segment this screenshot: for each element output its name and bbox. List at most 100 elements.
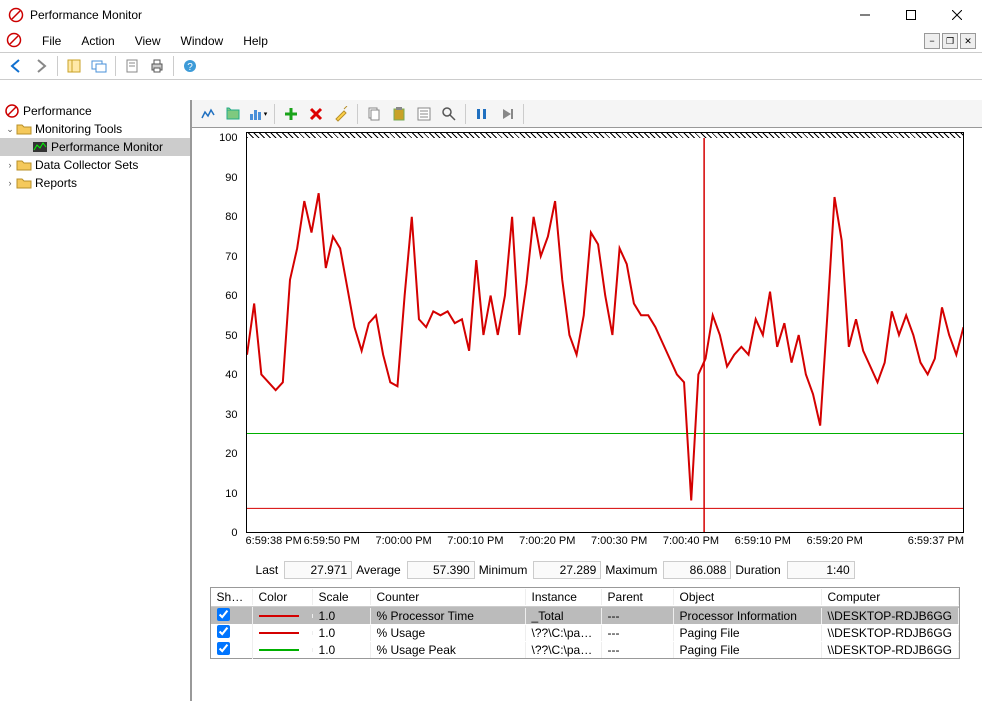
folder-icon: [16, 121, 32, 137]
x-tick-label: 6:59:20 PM: [807, 535, 863, 547]
copy-button[interactable]: [362, 102, 386, 126]
x-axis: 6:59:38 PM6:59:50 PM7:00:00 PM7:00:10 PM…: [246, 535, 964, 553]
col-show[interactable]: Show: [211, 589, 253, 605]
legend-row[interactable]: 1.0% Usage\??\C:\pag...---Paging File\\D…: [211, 624, 959, 641]
menu-file[interactable]: File: [34, 32, 69, 50]
expand-toggle[interactable]: ›: [4, 160, 16, 170]
stat-last-label: Last: [256, 563, 281, 577]
y-tick-label: 20: [225, 448, 237, 460]
legend-parent: ---: [602, 642, 674, 658]
y-tick-label: 50: [225, 330, 237, 342]
menu-window[interactable]: Window: [173, 32, 232, 50]
forward-button[interactable]: [29, 54, 53, 78]
legend-object: Processor Information: [674, 608, 822, 624]
x-tick-label: 6:59:10 PM: [735, 535, 791, 547]
x-tick-label: 6:59:37 PM: [908, 535, 964, 547]
legend-counter: % Usage Peak: [371, 642, 526, 658]
maximize-button[interactable]: [888, 0, 934, 30]
tree-label: Performance Monitor: [51, 140, 163, 154]
update-button[interactable]: [495, 102, 519, 126]
col-parent[interactable]: Parent: [602, 589, 674, 605]
legend-scale: 1.0: [313, 625, 371, 641]
mmc-toolbar: ?: [0, 52, 982, 80]
zoom-button[interactable]: [437, 102, 461, 126]
legend-header[interactable]: Show Color Scale Counter Instance Parent…: [211, 588, 959, 607]
tree-performance-monitor[interactable]: Performance Monitor: [0, 138, 190, 156]
close-button[interactable]: [934, 0, 980, 30]
x-tick-label: 6:59:38 PM: [246, 535, 302, 547]
tree-reports[interactable]: › Reports: [0, 174, 190, 192]
y-tick-label: 60: [225, 290, 237, 302]
app-icon: [8, 7, 24, 23]
export-button[interactable]: [120, 54, 144, 78]
y-tick-label: 0: [231, 527, 237, 539]
print-button[interactable]: [145, 54, 169, 78]
legend-instance: \??\C:\pag...: [526, 625, 602, 641]
y-tick-label: 80: [225, 211, 237, 223]
col-object[interactable]: Object: [674, 589, 822, 605]
legend-color-swatch: [259, 649, 299, 651]
col-counter[interactable]: Counter: [371, 589, 526, 605]
legend-computer: \\DESKTOP-RDJB6GG: [822, 642, 959, 658]
col-scale[interactable]: Scale: [313, 589, 371, 605]
legend-computer: \\DESKTOP-RDJB6GG: [822, 608, 959, 624]
new-window-button[interactable]: [87, 54, 111, 78]
col-computer[interactable]: Computer: [822, 589, 959, 605]
add-counter-button[interactable]: [279, 102, 303, 126]
menu-action[interactable]: Action: [73, 32, 122, 50]
menu-help[interactable]: Help: [235, 32, 276, 50]
help-button[interactable]: ?: [178, 54, 202, 78]
legend-scale: 1.0: [313, 642, 371, 658]
tree-root-performance[interactable]: Performance: [0, 102, 190, 120]
counter-legend[interactable]: Show Color Scale Counter Instance Parent…: [210, 587, 960, 659]
expand-toggle[interactable]: ⌄: [4, 124, 16, 135]
view-log-button[interactable]: [221, 102, 245, 126]
legend-row[interactable]: 1.0% Usage Peak\??\C:\pag...---Paging Fi…: [211, 641, 959, 658]
properties-button[interactable]: [412, 102, 436, 126]
x-tick-label: 7:00:20 PM: [519, 535, 575, 547]
y-tick-label: 30: [225, 409, 237, 421]
freeze-button[interactable]: [470, 102, 494, 126]
delete-counter-button[interactable]: [304, 102, 328, 126]
svg-text:?: ?: [187, 62, 193, 73]
x-tick-label: 7:00:00 PM: [375, 535, 431, 547]
y-tick-label: 40: [225, 369, 237, 381]
y-tick-label: 100: [219, 132, 237, 144]
legend-computer: \\DESKTOP-RDJB6GG: [822, 625, 959, 641]
paste-button[interactable]: [387, 102, 411, 126]
expand-toggle[interactable]: ›: [4, 178, 16, 188]
stat-average-value: 57.390: [407, 561, 475, 579]
stat-last-value: 27.971: [284, 561, 352, 579]
col-instance[interactable]: Instance: [526, 589, 602, 605]
menu-view[interactable]: View: [127, 32, 169, 50]
y-tick-label: 10: [225, 488, 237, 500]
mdi-minimize-button[interactable]: −: [924, 33, 940, 49]
perfmon-icon: [32, 139, 48, 155]
mdi-restore-button[interactable]: ❐: [942, 33, 958, 49]
legend-row[interactable]: 1.0% Processor Time_Total---Processor In…: [211, 607, 959, 624]
tree-data-collector-sets[interactable]: › Data Collector Sets: [0, 156, 190, 174]
legend-parent: ---: [602, 608, 674, 624]
col-color[interactable]: Color: [253, 589, 313, 605]
legend-parent: ---: [602, 625, 674, 641]
legend-color-swatch: [259, 632, 299, 634]
y-tick-label: 90: [225, 172, 237, 184]
view-current-button[interactable]: [196, 102, 220, 126]
minimize-button[interactable]: [842, 0, 888, 30]
y-axis: 0102030405060708090100: [202, 138, 242, 533]
show-checkbox[interactable]: [217, 642, 230, 655]
chart-canvas[interactable]: [246, 138, 964, 533]
folder-icon: [16, 175, 32, 191]
show-checkbox[interactable]: [217, 608, 230, 621]
change-graph-type-button[interactable]: ▾: [246, 102, 270, 126]
folder-icon: [16, 157, 32, 173]
tree-monitoring-tools[interactable]: ⌄ Monitoring Tools: [0, 120, 190, 138]
mdi-close-button[interactable]: ✕: [960, 33, 976, 49]
highlight-button[interactable]: [329, 102, 353, 126]
stat-maximum-value: 86.088: [663, 561, 731, 579]
legend-object: Paging File: [674, 625, 822, 641]
navigation-tree[interactable]: Performance ⌄ Monitoring Tools Performan…: [0, 100, 191, 701]
show-hide-tree-button[interactable]: [62, 54, 86, 78]
back-button[interactable]: [4, 54, 28, 78]
show-checkbox[interactable]: [217, 625, 230, 638]
